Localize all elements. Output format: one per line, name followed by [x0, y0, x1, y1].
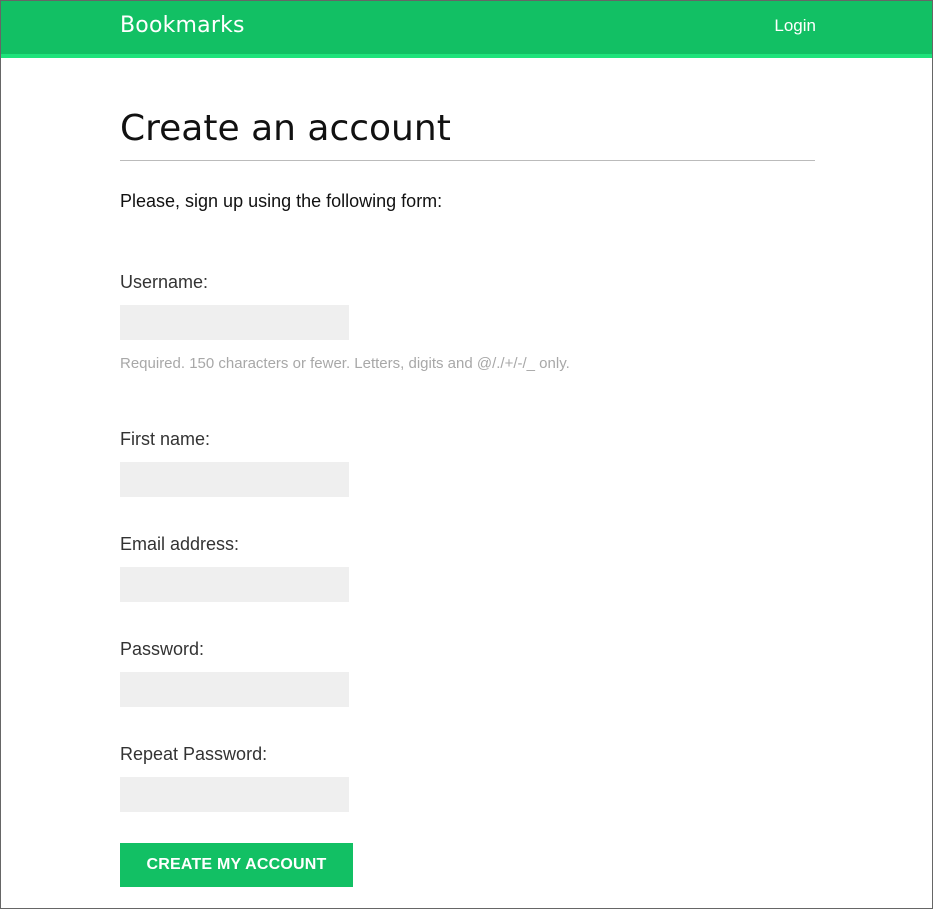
page-title: Create an account — [120, 58, 815, 161]
first-name-label: First name: — [120, 429, 211, 449]
main-content: Create an account Please, sign up using … — [120, 58, 815, 887]
repeat-password-field-group: Repeat Password: — [120, 744, 349, 812]
first-name-input[interactable] — [120, 462, 349, 497]
password-label: Password: — [120, 639, 205, 659]
password-input[interactable] — [120, 672, 349, 707]
brand-logo[interactable]: Bookmarks — [120, 13, 245, 38]
email-label: Email address: — [120, 534, 240, 554]
email-field-group: Email address: — [120, 534, 349, 602]
login-link[interactable]: Login — [774, 16, 816, 36]
browser-viewport: Bookmarks Login Create an account Please… — [0, 0, 933, 909]
top-header-bar: Bookmarks Login — [1, 1, 932, 58]
username-field-group: Username: Required. 150 characters or fe… — [120, 272, 570, 372]
repeat-password-label: Repeat Password: — [120, 744, 268, 764]
username-help-text: Required. 150 characters or fewer. Lette… — [120, 355, 570, 372]
create-account-button[interactable]: CREATE MY ACCOUNT — [120, 843, 353, 887]
intro-text: Please, sign up using the following form… — [120, 190, 443, 211]
first-name-field-group: First name: — [120, 429, 349, 497]
repeat-password-input[interactable] — [120, 777, 349, 812]
username-label: Username: — [120, 272, 209, 292]
password-field-group: Password: — [120, 639, 349, 707]
username-input[interactable] — [120, 305, 349, 340]
email-input[interactable] — [120, 567, 349, 602]
